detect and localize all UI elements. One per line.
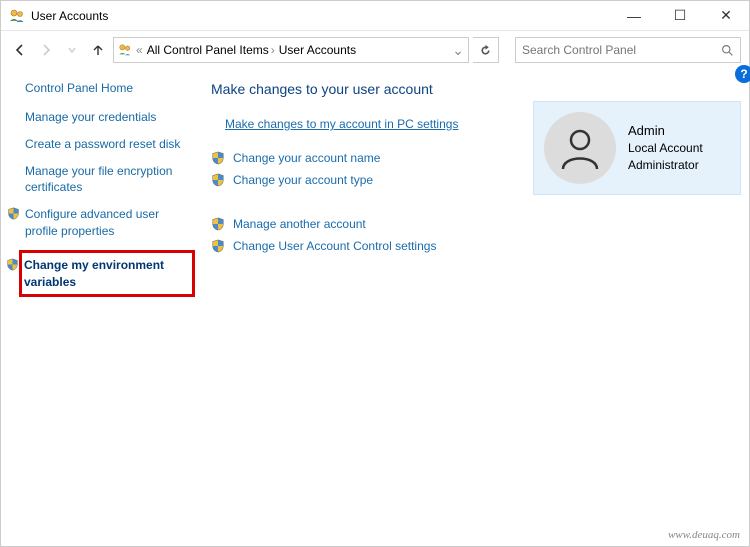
maximize-button[interactable]: ☐ (657, 1, 703, 30)
user-account-type: Local Account (628, 140, 703, 157)
recent-dropdown[interactable] (61, 39, 83, 61)
sidebar-item-file-encryption[interactable]: Manage your file encryption certificates (25, 163, 185, 197)
app-icon (9, 8, 25, 24)
content-area: ? Control Panel Home Manage your credent… (1, 69, 749, 297)
up-button[interactable] (87, 43, 109, 57)
link-pc-settings[interactable]: Make changes to my account in PC setting… (225, 117, 458, 131)
search-box[interactable] (515, 37, 741, 63)
highlight-env-variables: Change my environment variables (19, 250, 195, 298)
navbar: « All Control Panel Items › User Account… (1, 31, 749, 69)
user-role: Administrator (628, 157, 703, 174)
link-change-type[interactable]: Change your account type (233, 173, 373, 187)
window-title: User Accounts (31, 9, 611, 23)
search-input[interactable] (522, 43, 721, 57)
help-icon[interactable]: ? (735, 65, 750, 83)
address-bar[interactable]: « All Control Panel Items › User Account… (113, 37, 469, 63)
breadcrumb-label: All Control Panel Items (147, 43, 269, 57)
sidebar-item-label: Change my environment variables (24, 258, 164, 289)
chevron-right-icon: › (271, 43, 275, 57)
breadcrumb-item-1[interactable]: All Control Panel Items › (147, 43, 275, 57)
close-button[interactable]: ✕ (703, 1, 749, 30)
link-uac-settings[interactable]: Change User Account Control settings (233, 239, 436, 253)
avatar (544, 112, 616, 184)
main-links: Make changes to your user account Make c… (211, 81, 533, 297)
sidebar-item-credentials[interactable]: Manage your credentials (25, 109, 185, 126)
sidebar-item-label: Configure advanced user profile properti… (25, 207, 159, 238)
titlebar: User Accounts — ☐ ✕ (1, 1, 749, 31)
shield-icon (211, 239, 225, 253)
app-icon-small (118, 43, 132, 57)
sidebar: Control Panel Home Manage your credentia… (1, 81, 191, 297)
sidebar-item-password-reset[interactable]: Create a password reset disk (25, 136, 185, 153)
shield-icon (7, 207, 20, 220)
window-controls: — ☐ ✕ (611, 1, 749, 30)
address-dropdown[interactable]: ⌄ (452, 42, 464, 59)
control-panel-home-link[interactable]: Control Panel Home (25, 81, 185, 95)
forward-button[interactable] (35, 39, 57, 61)
back-button[interactable] (9, 39, 31, 61)
link-manage-another[interactable]: Manage another account (233, 217, 366, 231)
user-name: Admin (628, 122, 703, 140)
main-pane: Make changes to your user account Make c… (191, 81, 749, 297)
search-icon (721, 44, 734, 57)
shield-icon (211, 173, 225, 187)
shield-icon (6, 258, 19, 271)
breadcrumb-item-2[interactable]: User Accounts (279, 43, 356, 57)
sidebar-item-env-variables[interactable]: Change my environment variables (24, 257, 186, 291)
link-change-name[interactable]: Change your account name (233, 151, 380, 165)
user-info: Admin Local Account Administrator (628, 122, 703, 174)
breadcrumb-label: User Accounts (279, 43, 356, 57)
page-heading: Make changes to your user account (211, 81, 533, 97)
sidebar-item-advanced-profile[interactable]: Configure advanced user profile properti… (25, 206, 185, 240)
shield-icon (211, 217, 225, 231)
refresh-button[interactable] (473, 37, 499, 63)
minimize-button[interactable]: — (611, 1, 657, 30)
shield-icon (211, 151, 225, 165)
user-card: Admin Local Account Administrator (533, 101, 741, 195)
watermark: www.deuaq.com (668, 529, 740, 541)
breadcrumb-prefix: « (136, 43, 143, 57)
